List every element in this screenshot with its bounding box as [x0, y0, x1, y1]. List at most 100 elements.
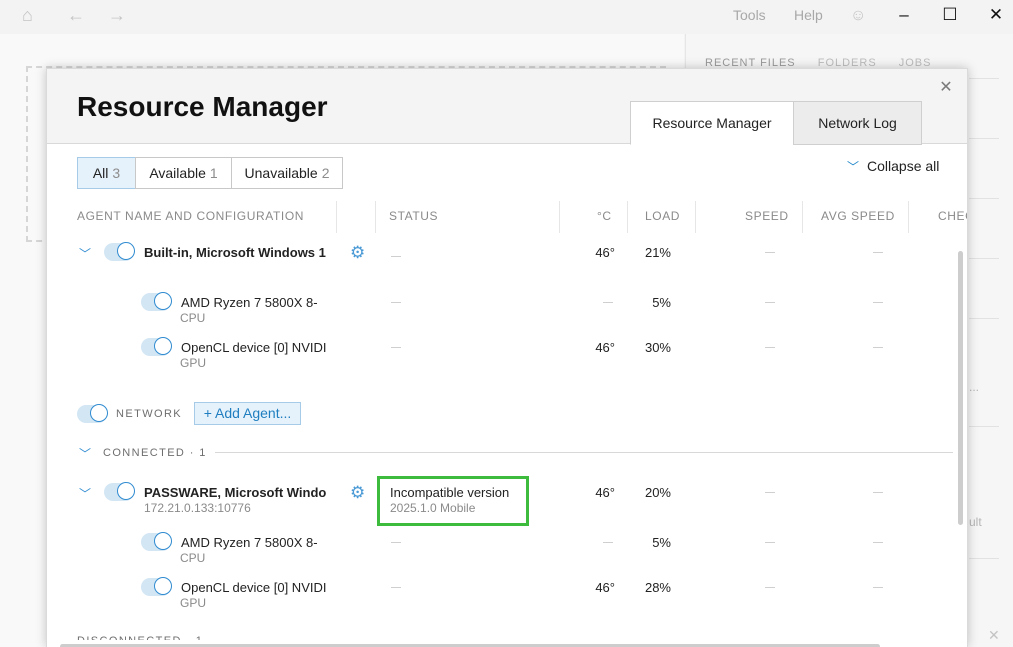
close-window-button[interactable]: ✕: [984, 4, 1008, 26]
speed-dash: [765, 587, 775, 588]
sidebar-divider: [969, 318, 999, 319]
menu-help[interactable]: Help: [794, 7, 823, 23]
column-separator: [627, 201, 628, 233]
device-type: GPU: [180, 596, 207, 610]
avg-speed-dash: [873, 542, 883, 543]
forward-arrow-icon[interactable]: →: [108, 6, 126, 24]
filter-all[interactable]: All 3: [77, 157, 136, 189]
network-toggle[interactable]: [77, 404, 108, 423]
tab-network-log[interactable]: Network Log: [793, 101, 922, 145]
device-name: OpenCL device [0] NVIDI: [181, 580, 327, 595]
filter-count: 1: [209, 165, 218, 181]
agent-toggle[interactable]: [104, 242, 135, 261]
dialog-title: Resource Manager: [77, 91, 328, 122]
status-dash: [391, 542, 401, 543]
column-header-load[interactable]: LOAD: [645, 209, 680, 223]
column-separator: [802, 201, 803, 233]
device-load: 30%: [644, 340, 671, 355]
column-header-check[interactable]: CHEC: [938, 209, 967, 223]
column-header-avg-speed[interactable]: AVG SPEED: [821, 209, 895, 223]
sidebar-divider: [969, 138, 999, 139]
avg-speed-dash: [873, 587, 883, 588]
sidebar-divider: [969, 198, 999, 199]
toggle-knob: [90, 404, 108, 422]
device-toggle[interactable]: [141, 532, 172, 551]
sidebar-faint-text: ult: [969, 515, 982, 529]
filter-unavailable[interactable]: Unavailable 2: [231, 157, 343, 189]
status-dash: [391, 302, 401, 303]
device-type: CPU: [180, 311, 206, 325]
agent-load: 21%: [644, 245, 671, 260]
status-dash: [391, 347, 401, 348]
dialog-close-button[interactable]: ✕: [937, 79, 955, 97]
vertical-scrollbar[interactable]: [958, 251, 963, 525]
device-load: 5%: [652, 535, 671, 550]
maximize-button[interactable]: ☐: [938, 4, 962, 26]
collapse-all-button[interactable]: ﹀ Collapse all: [847, 158, 939, 175]
column-header-agent[interactable]: AGENT NAME AND CONFIGURATION: [77, 209, 304, 223]
collapse-all-label: Collapse all: [867, 158, 940, 174]
gear-icon[interactable]: ⚙: [350, 243, 365, 263]
chevron-down-icon: ﹀: [847, 160, 860, 174]
filter-available[interactable]: Available 1: [135, 157, 232, 189]
column-header-status[interactable]: STATUS: [389, 209, 438, 223]
device-toggle[interactable]: [141, 577, 172, 596]
status-dash: [391, 256, 401, 257]
toggle-knob: [154, 292, 172, 310]
chevron-down-icon[interactable]: ﹀: [79, 245, 91, 262]
chevron-down-icon[interactable]: ﹀: [79, 445, 91, 462]
chevron-down-icon[interactable]: ﹀: [79, 485, 91, 502]
gear-icon[interactable]: ⚙: [350, 483, 365, 503]
add-agent-button[interactable]: + Add Agent...: [194, 402, 301, 425]
agent-address: 172.21.0.133:10776: [144, 501, 251, 515]
close-icon[interactable]: ✕: [988, 627, 1000, 644]
device-name: AMD Ryzen 7 5800X 8-: [181, 295, 318, 310]
agent-temperature: 46°: [595, 245, 615, 260]
resource-manager-dialog: Resource Manager ✕ Resource Manager Netw…: [46, 68, 968, 647]
minimize-button[interactable]: –: [892, 4, 916, 26]
connected-section-label: CONNECTED · 1: [103, 447, 207, 459]
device-type: CPU: [180, 551, 206, 565]
column-separator: [908, 201, 909, 233]
home-icon[interactable]: ⌂: [22, 6, 33, 24]
network-section-label: NETWORK: [116, 408, 183, 420]
avg-speed-dash: [873, 347, 883, 348]
speed-dash: [765, 252, 775, 253]
filter-count: 3: [112, 165, 121, 181]
toggle-knob: [154, 337, 172, 355]
back-arrow-icon[interactable]: ←: [67, 6, 85, 24]
smiley-feedback-icon[interactable]: ☺: [850, 7, 866, 25]
sidebar-divider: [969, 426, 999, 427]
device-toggle[interactable]: [141, 292, 172, 311]
section-divider: [215, 452, 953, 453]
tab-resource-manager[interactable]: Resource Manager: [630, 101, 794, 145]
agent-temperature: 46°: [595, 485, 615, 500]
avg-speed-dash: [873, 252, 883, 253]
agent-name: PASSWARE, Microsoft Windo: [144, 485, 326, 500]
menu-tools[interactable]: Tools: [733, 7, 766, 23]
agent-load: 20%: [644, 485, 671, 500]
sidebar-divider: [969, 258, 999, 259]
device-toggle[interactable]: [141, 337, 172, 356]
column-separator: [375, 201, 376, 233]
toggle-knob: [154, 532, 172, 550]
agent-toggle[interactable]: [104, 482, 135, 501]
temperature-dash: [603, 542, 613, 543]
filter-label: All: [92, 165, 109, 181]
sidebar-divider: [969, 558, 999, 559]
speed-dash: [765, 347, 775, 348]
device-name: AMD Ryzen 7 5800X 8-: [181, 535, 318, 550]
filter-count: 2: [321, 165, 330, 181]
column-header-temperature[interactable]: °C: [597, 209, 612, 223]
status-dash: [391, 587, 401, 588]
temperature-dash: [603, 302, 613, 303]
column-separator: [559, 201, 560, 233]
avg-speed-dash: [873, 492, 883, 493]
column-separator: [695, 201, 696, 233]
device-load: 28%: [644, 580, 671, 595]
filter-label: Unavailable: [244, 165, 318, 181]
column-separator: [336, 201, 337, 233]
column-header-speed[interactable]: SPEED: [745, 209, 789, 223]
title-bar: ⌂ ← → Tools Help ☺ – ☐ ✕: [0, 0, 1013, 32]
device-name: OpenCL device [0] NVIDI: [181, 340, 327, 355]
